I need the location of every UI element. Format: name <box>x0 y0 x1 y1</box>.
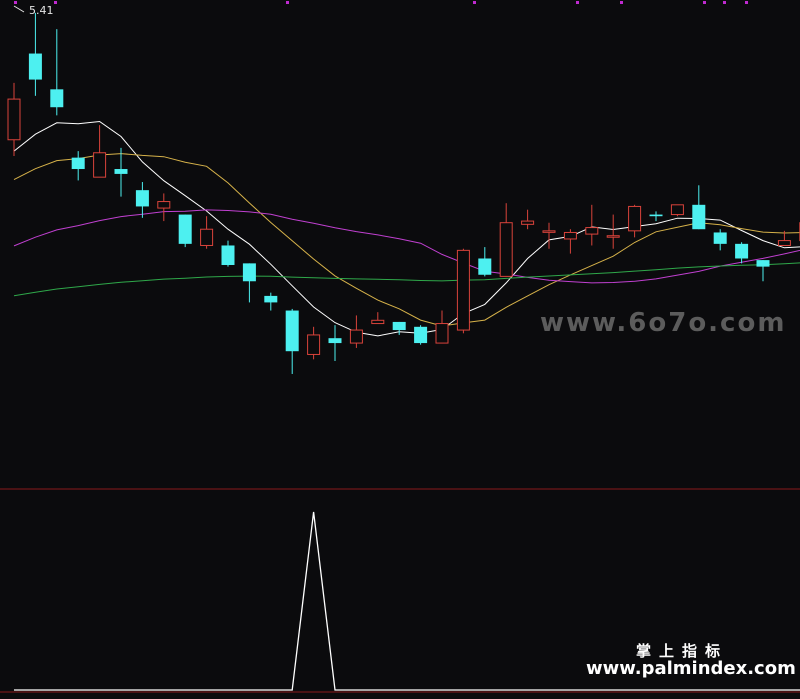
candle-body-up <box>564 232 576 239</box>
ma60-line <box>14 261 800 296</box>
candle-body-down <box>72 158 85 169</box>
candle-body-up <box>629 206 641 230</box>
max-price-label: 5.41 <box>29 4 54 17</box>
chart-stage: www.6o7o.com 5.41 掌上指标 www.palmindex.com <box>0 0 800 695</box>
candle-body-down <box>179 215 192 244</box>
top-marker <box>576 1 579 4</box>
top-marker <box>620 1 623 4</box>
candlestick-chart <box>0 0 800 695</box>
candle-body-down <box>757 260 770 267</box>
candle-body-down <box>50 89 63 107</box>
brand-url: www.palmindex.com <box>586 658 796 679</box>
candle-body-down <box>714 232 727 243</box>
candle-body-down <box>478 258 491 274</box>
candle-body-up <box>543 231 555 233</box>
top-marker <box>286 1 289 4</box>
ma10-line <box>14 154 800 326</box>
top-marker <box>54 1 57 4</box>
candle-body-up <box>500 223 512 277</box>
candle-body-down <box>29 54 42 80</box>
ma5-line <box>14 122 800 336</box>
candle-body-up <box>436 324 448 344</box>
candle-body-up <box>778 241 790 246</box>
candle-body-down <box>692 205 705 229</box>
candle-body-up <box>350 330 362 343</box>
candle-body-down <box>243 263 256 281</box>
candle-body-up <box>607 236 619 238</box>
candle-body-down <box>329 338 342 343</box>
top-marker <box>723 1 726 4</box>
candle-body-up <box>201 229 213 245</box>
candle-body-down <box>393 322 406 330</box>
top-marker <box>745 1 748 4</box>
candle-body-up <box>671 205 683 215</box>
candle-body-down <box>222 245 235 265</box>
ma20-line <box>14 210 800 283</box>
candle-body-down <box>650 215 663 217</box>
candle-body-up <box>308 335 320 355</box>
watermark-site: www.6o7o.com <box>540 308 786 338</box>
candle-body-down <box>414 327 427 343</box>
top-marker <box>473 1 476 4</box>
candle-body-down <box>115 169 128 174</box>
candle-body-up <box>94 153 106 177</box>
candle-body-up <box>158 202 170 209</box>
candle-body-up <box>457 250 469 330</box>
candle-body-down <box>735 244 748 259</box>
max-price-pointer <box>14 6 24 12</box>
candle-body-up <box>372 320 384 323</box>
candle-body-down <box>264 296 277 303</box>
candle-body-down <box>136 190 149 206</box>
top-marker <box>703 1 706 4</box>
top-marker <box>14 1 17 4</box>
candle-body-up <box>586 228 598 235</box>
candle-body-up <box>522 221 534 224</box>
candle-body-down <box>286 311 299 352</box>
candle-body-up <box>8 99 20 140</box>
